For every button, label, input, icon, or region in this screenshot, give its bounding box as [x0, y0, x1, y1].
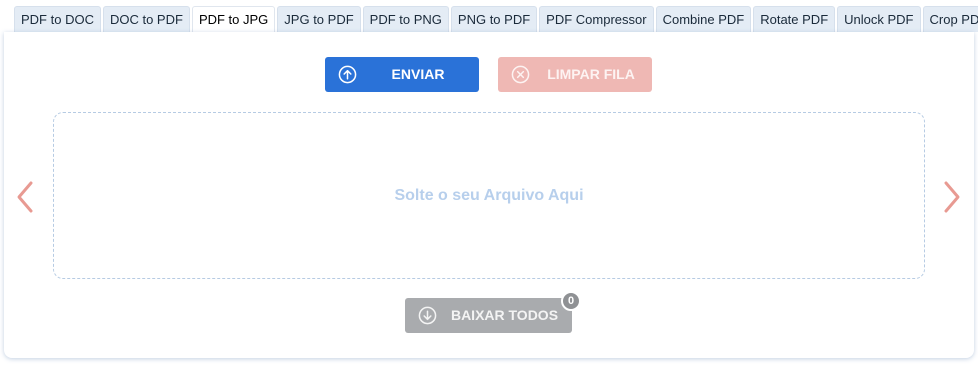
tab-jpg-to-pdf[interactable]: JPG to PDF	[277, 6, 361, 32]
upload-circle-icon	[338, 65, 357, 84]
file-dropzone[interactable]: Solte o seu Arquivo Aqui	[53, 112, 925, 279]
close-circle-icon	[511, 65, 530, 84]
tab-pdf-to-doc[interactable]: PDF to DOC	[14, 6, 101, 32]
converter-panel: ENVIAR LIMPAR FILA Solte o seu Arquivo A…	[4, 32, 974, 358]
chevron-right-icon[interactable]	[941, 180, 963, 214]
tool-tabs: PDF to DOC DOC to PDF PDF to JPG JPG to …	[14, 6, 978, 32]
tab-png-to-pdf[interactable]: PNG to PDF	[450, 6, 538, 32]
clear-queue-button-label: LIMPAR FILA	[547, 66, 635, 82]
chevron-left-icon[interactable]	[14, 180, 36, 214]
send-button[interactable]: ENVIAR	[325, 57, 479, 92]
tab-combine-pdf[interactable]: Combine PDF	[655, 6, 752, 32]
tab-pdf-compressor[interactable]: PDF Compressor	[539, 6, 654, 32]
download-count-badge: 0	[561, 291, 581, 311]
tab-unlock-pdf[interactable]: Unlock PDF	[837, 6, 921, 32]
dropzone-text: Solte o seu Arquivo Aqui	[394, 186, 584, 204]
tab-crop-pdf[interactable]: Crop PDF	[922, 6, 978, 32]
tab-pdf-to-png[interactable]: PDF to PNG	[362, 6, 449, 32]
tab-doc-to-pdf[interactable]: DOC to PDF	[102, 6, 190, 32]
download-circle-icon	[418, 306, 437, 325]
send-button-label: ENVIAR	[391, 66, 445, 82]
download-all-button-label: BAIXAR TODOS	[450, 307, 559, 323]
clear-queue-button[interactable]: LIMPAR FILA	[498, 57, 652, 92]
tab-rotate-pdf[interactable]: Rotate PDF	[753, 6, 836, 32]
download-all-button[interactable]: BAIXAR TODOS	[405, 298, 572, 333]
tab-pdf-to-jpg[interactable]: PDF to JPG	[191, 6, 276, 32]
